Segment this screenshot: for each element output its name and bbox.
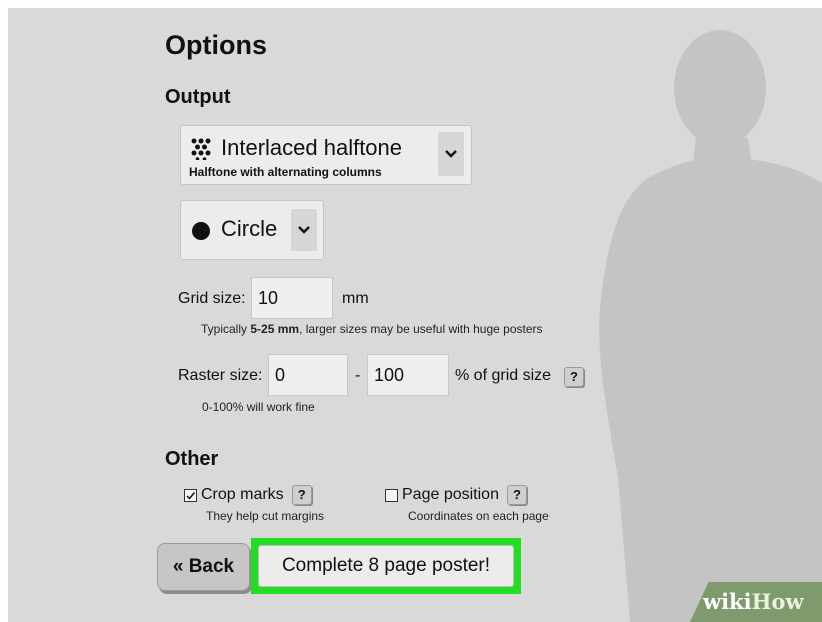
complete-highlight: Complete 8 page poster! (251, 538, 521, 594)
halftone-dropdown-toggle[interactable] (438, 132, 464, 176)
page-position-checkbox[interactable] (385, 488, 398, 502)
chevron-down-icon (445, 150, 457, 158)
raster-size-label: Raster size: (178, 367, 263, 384)
person-silhouette-background (599, 30, 822, 622)
page-position-help-button[interactable]: ? (506, 485, 527, 505)
raster-min-input[interactable]: 0 (268, 354, 348, 396)
other-heading: Other (165, 448, 219, 470)
shape-select-value: Circle (221, 216, 278, 241)
dots-grid-icon (191, 138, 211, 160)
raster-size-hint: 0-100% will work fine (202, 400, 315, 414)
shape-dropdown-toggle[interactable] (291, 209, 317, 251)
grid-size-hint: Typically 5-25 mm, larger sizes may be u… (201, 322, 543, 336)
crop-marks-hint: They help cut margins (206, 509, 325, 523)
page-position-label: Page position (402, 486, 499, 503)
page-position-hint: Coordinates on each page (408, 509, 549, 523)
page-title: Options (165, 30, 267, 60)
complete-poster-button[interactable]: Complete 8 page poster! (258, 545, 514, 587)
crop-marks-checkbox[interactable] (184, 488, 197, 502)
output-heading: Output (165, 86, 231, 108)
watermark-logo: wikiHow (703, 589, 804, 614)
raster-help-button[interactable]: ? (564, 367, 584, 387)
halftone-select-subtext: Halftone with alternating columns (189, 165, 382, 179)
back-button[interactable]: « Back (157, 543, 250, 591)
crop-marks-help-button[interactable]: ? (291, 485, 312, 505)
grid-size-label: Grid size: (178, 290, 246, 307)
raster-size-unit: % of grid size (455, 367, 552, 384)
halftone-type-select[interactable]: Interlaced halftone Halftone with altern… (180, 125, 472, 185)
raster-max-input[interactable]: 100 (367, 354, 449, 396)
grid-size-unit: mm (342, 290, 369, 307)
halftone-select-value: Interlaced halftone (221, 135, 403, 160)
crop-marks-label: Crop marks (201, 486, 284, 503)
checkmark-icon (186, 491, 196, 500)
raster-separator: - (355, 367, 361, 384)
page-position-option: Page position ? (385, 485, 527, 505)
crop-marks-option: Crop marks ? (184, 485, 312, 505)
filled-circle-icon (192, 222, 210, 240)
chevron-down-icon (298, 226, 310, 234)
dot-shape-select[interactable]: Circle (180, 200, 324, 260)
options-panel: Options Output Interlaced halftone Halft… (8, 8, 822, 622)
grid-size-input[interactable]: 10 (251, 277, 333, 319)
